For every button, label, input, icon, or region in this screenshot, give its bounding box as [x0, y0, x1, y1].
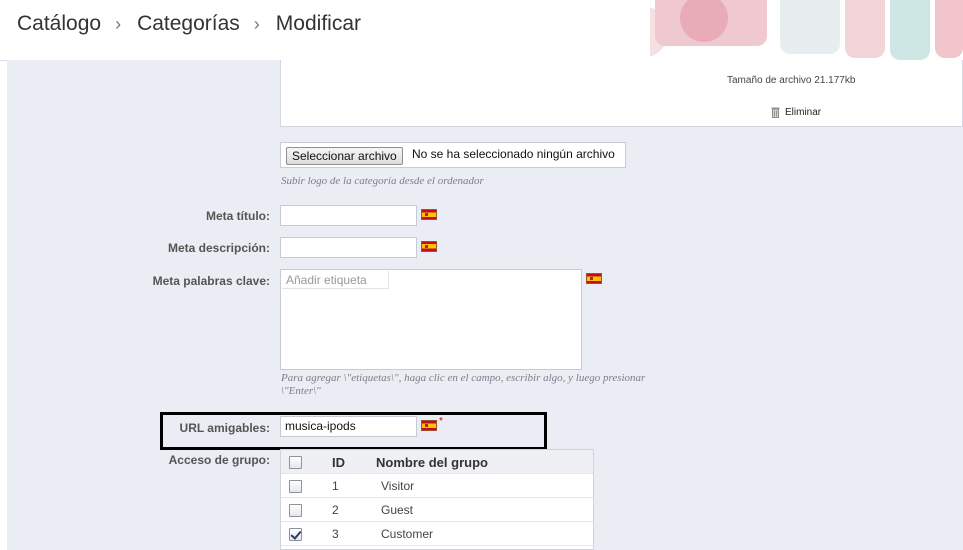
- table-row: 1 Visitor: [281, 474, 593, 498]
- ipod-silver-image: [780, 0, 840, 54]
- file-status-text: No se ha seleccionado ningún archivo: [412, 147, 615, 161]
- breadcrumb-modify: Modificar: [275, 12, 361, 35]
- group-id: 3: [332, 527, 339, 541]
- logo-file-input[interactable]: Seleccionar archivo No se ha seleccionad…: [280, 142, 626, 168]
- delete-image-link[interactable]: Eliminar: [771, 106, 821, 118]
- ipod-green-image: [890, 0, 930, 60]
- row-checkbox[interactable]: [289, 528, 302, 541]
- highlight-box: [160, 412, 547, 450]
- table-header-row: ID Nombre del grupo: [281, 450, 593, 474]
- meta-title-input[interactable]: [280, 205, 417, 226]
- spain-flag-icon[interactable]: [586, 273, 602, 284]
- select-all-checkbox[interactable]: [289, 456, 302, 469]
- ipod-red-image: [935, 0, 963, 58]
- group-name: Customer: [381, 527, 434, 541]
- delete-label: Eliminar: [785, 106, 822, 118]
- file-size-text: Tamaño de archivo 21.177kb: [727, 75, 856, 86]
- meta-description-label: Meta descripción:: [167, 241, 270, 255]
- table-row: 3 Customer: [281, 522, 593, 546]
- choose-file-button[interactable]: Seleccionar archivo: [286, 147, 403, 165]
- keywords-hint-line2: \"Enter\": [281, 385, 321, 397]
- trash-icon: [771, 107, 780, 118]
- meta-keywords-tag-input[interactable]: Añadir etiqueta: [280, 269, 582, 370]
- page-header: Catálogo › Categorías › Modificar: [0, 0, 963, 61]
- column-header-id: ID: [332, 455, 345, 470]
- chevron-right-icon: ›: [253, 13, 260, 34]
- breadcrumb-categories[interactable]: Categorías: [137, 12, 240, 36]
- meta-keywords-label: Meta palabras clave:: [152, 274, 270, 288]
- group-name: Visitor: [381, 479, 415, 493]
- row-checkbox[interactable]: [289, 480, 302, 493]
- image-preview-box: [280, 60, 963, 127]
- column-header-group-name: Nombre del grupo: [376, 455, 488, 470]
- breadcrumb-catalog[interactable]: Catálogo: [17, 12, 101, 36]
- meta-description-input[interactable]: [280, 237, 417, 258]
- logo-upload-hint: Subir logo de la categoría desde el orde…: [281, 175, 484, 187]
- table-row: 2 Guest: [281, 498, 593, 522]
- group-id: 1: [332, 479, 339, 493]
- row-checkbox[interactable]: [289, 504, 302, 517]
- group-access-label: Acceso de grupo:: [168, 453, 270, 467]
- group-id: 2: [332, 503, 339, 517]
- ipod-rose-image: [845, 0, 885, 58]
- chevron-right-icon: ›: [115, 13, 122, 34]
- keywords-hint-line1: Para agregar \"etiquetas\", haga clic en…: [281, 372, 646, 384]
- spain-flag-icon[interactable]: [421, 209, 437, 220]
- category-image-preview: [650, 0, 963, 60]
- meta-title-label: Meta título:: [206, 209, 270, 223]
- tag-placeholder[interactable]: Añadir etiqueta: [282, 271, 389, 289]
- group-access-table: ID Nombre del grupo 1 Visitor 2 Guest 3 …: [280, 449, 594, 550]
- breadcrumb: Catálogo › Categorías › Modificar: [17, 9, 361, 39]
- group-name: Guest: [381, 503, 414, 517]
- spain-flag-icon[interactable]: [421, 241, 437, 252]
